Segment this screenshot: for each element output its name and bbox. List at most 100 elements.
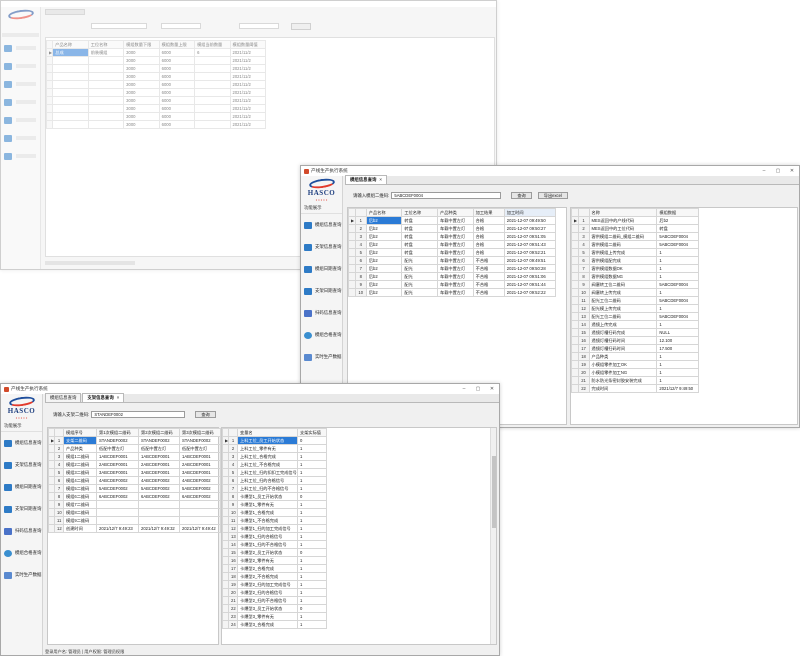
table-row[interactable]: 2 上料工位_零件有无 1 <box>222 444 327 453</box>
table-row[interactable]: 11 配光工位二维码 5ABCDEF0004 <box>571 296 699 305</box>
close-icon[interactable]: ✕ <box>785 168 799 174</box>
front-menu-module-info[interactable]: 模组信息查询 <box>1 432 42 454</box>
table-row[interactable]: 16 透镜灯槽扫码时间 12.100 <box>571 336 699 345</box>
front-menu-bracket-date[interactable]: 支架日期查询 <box>1 498 42 520</box>
table-row[interactable]: 3000 6000 2021/11/2 <box>45 88 267 97</box>
table-row[interactable]: 22 卡爆型3_员工开始状态 0 <box>222 604 327 613</box>
table-row[interactable]: 12 创建时间 2021/12/7 9:49:23 2021/12/7 9:49:32… <box>48 524 221 533</box>
back-menu-item[interactable] <box>1 57 40 75</box>
table-row[interactable]: 17 透镜灯槽扫码时间 17.500 <box>571 344 699 353</box>
table-row[interactable]: ▶ 1 MES返回中的产线代码 后b2 <box>571 216 699 225</box>
front-menu-scan-info[interactable]: 扫码信息查询 <box>1 520 42 542</box>
table-row[interactable]: 10 后b2 配光 车载中置左灯 不合格 2021-12-07 09:52:22 <box>348 288 557 297</box>
table-row[interactable]: 8 卡爆型1_员工开始状态 0 <box>222 492 327 501</box>
table-row[interactable]: 3000 6000 2021/11/2 <box>45 120 267 129</box>
tab-module-info[interactable]: 模组信息查询 × <box>345 175 387 184</box>
table-row[interactable]: 3000 6000 2021/11/2 <box>45 104 267 113</box>
table-row[interactable]: 7 后b2 配光 车载中置左灯 不合格 2021-12-07 09:50:28 <box>348 264 557 273</box>
table-row[interactable]: 9 模组7二维码 <box>48 500 221 509</box>
table-row[interactable]: 4 客供模组二维码 5ABCDEF0004 <box>571 240 699 249</box>
table-row[interactable]: 15 卡爆型2_员工开始状态 0 <box>222 548 327 557</box>
table-row[interactable]: 17 卡爆型2_合格完成 1 <box>222 564 327 573</box>
mid-menu-realtime[interactable]: 实时生产数据 <box>301 346 342 368</box>
table-row[interactable]: 20 卡爆型2_扫的合格信号 1 <box>222 588 327 597</box>
table-row[interactable]: 11 模组9二维码 <box>48 516 221 525</box>
module-code-input[interactable]: 5ABCDEF0004 <box>391 192 502 199</box>
maximize-icon[interactable]: ▢ <box>471 386 485 392</box>
front-menu-realtime[interactable]: 实时生产数据 <box>1 564 42 586</box>
table-row[interactable]: 10 阀塞转上传完成 1 <box>571 288 699 297</box>
back-menu-item[interactable] <box>1 129 40 147</box>
front-menu-module-date[interactable]: 模组日期查询 <box>1 476 42 498</box>
mid-menu-module-date[interactable]: 模组日期查询 <box>301 258 342 280</box>
table-row[interactable]: 6 后b2 配光 车载中置左灯 不合格 2021-12-07 09:49:51 <box>348 256 557 265</box>
table-row[interactable]: 5 模组3二维码 3ABCDEF0001 3ABCDEF0001 3ABCDEF0001 <box>48 468 221 477</box>
table-row[interactable]: 19 卡爆型2_扫的加工完成信号 1 <box>222 580 327 589</box>
table-row[interactable]: ▶ 1 后b2 转盘 车载中置左灯 合格 2021-12-07 09:49:50 <box>348 216 557 225</box>
table-row[interactable]: 13 卡爆型1_扫的合格信号 1 <box>222 532 327 541</box>
mid-menu-module-info[interactable]: 模组信息查询 <box>301 214 342 236</box>
back-query-button[interactable] <box>291 23 311 30</box>
mid-menu-bracket-date[interactable]: 支架日期查询 <box>301 280 342 302</box>
back-filter-select[interactable] <box>239 23 279 29</box>
table-row[interactable]: 7 模组5二维码 5ABCDEF0002 5ABCDEF0002 5ABCDEF0002 <box>48 484 221 493</box>
table-row[interactable]: 21 卡爆型2_扫的不合格信号 1 <box>222 596 327 605</box>
table-row[interactable]: ▶ 1 上料工位_员工开始状态 0 <box>222 436 327 445</box>
query-button[interactable]: 查询 <box>195 411 216 418</box>
back-menu-item[interactable] <box>1 75 40 93</box>
table-row[interactable]: 4 后b2 转盘 车载中置左灯 合格 2021-12-07 09:51:43 <box>348 240 557 249</box>
back-filter-input[interactable] <box>91 23 147 29</box>
front-menu-module-pass[interactable]: 模组合格查询 <box>1 542 42 564</box>
front-right-scrollbar[interactable] <box>490 428 496 644</box>
table-row[interactable]: 5 客供模组上传完成 1 <box>571 248 699 257</box>
back-menu-item[interactable] <box>1 147 40 165</box>
table-row[interactable]: 4 上料工位_不合格完成 1 <box>222 460 327 469</box>
minimize-icon[interactable]: – <box>457 386 471 392</box>
back-filter-input-2[interactable] <box>161 23 201 29</box>
table-row[interactable]: 22 完成时间 2021/12/7 9:49:50 <box>571 384 699 393</box>
table-row[interactable]: 2 MES返回中的工位代码 转盘 <box>571 224 699 233</box>
table-row[interactable]: 7 上料工位_扫的不合格信号 1 <box>222 484 327 493</box>
tab-module-info[interactable]: 模组信息查询 <box>45 393 82 402</box>
table-row[interactable]: 5 后b2 转盘 车载中置左灯 合格 2021-12-07 09:52:21 <box>348 248 557 257</box>
table-row[interactable]: 21 防水防光条密封胶安装完成 1 <box>571 376 699 385</box>
table-row[interactable]: 24 卡爆型3_合格完成 1 <box>222 620 327 629</box>
table-row[interactable]: 10 模组8二维码 <box>48 508 221 517</box>
table-row[interactable]: 8 模组6二维码 6ABCDEF0002 6ABCDEF0002 6ABCDEF0002 <box>48 492 221 501</box>
table-row[interactable]: 16 卡爆型2_零件有无 1 <box>222 556 327 565</box>
table-row[interactable]: 15 透镜灯槽扫码完成 NULL <box>571 328 699 337</box>
table-row[interactable]: 18 产品种类 1 <box>571 352 699 361</box>
table-row[interactable]: 3 后b2 转盘 车载中置左灯 合格 2021-12-07 09:51:05 <box>348 232 557 241</box>
table-row[interactable]: 3000 6000 2021/11/2 <box>45 64 267 73</box>
table-row[interactable]: 9 后b2 配光 车载中置左灯 不合格 2021-12-07 09:51:44 <box>348 280 557 289</box>
table-row[interactable]: 13 配光工位二维码 5ABCDEF0004 <box>571 312 699 321</box>
export-excel-button[interactable]: 导出excel <box>537 192 568 199</box>
table-row[interactable]: 8 后b2 配光 车载中置左灯 不合格 2021-12-07 09:51:06 <box>348 272 557 281</box>
table-row[interactable]: 12 卡爆型1_扫的加工完成信号 1 <box>222 524 327 533</box>
scrollbar-thumb[interactable] <box>492 456 496 528</box>
maximize-icon[interactable]: ▢ <box>771 168 785 174</box>
minimize-icon[interactable]: – <box>757 168 771 174</box>
table-row[interactable]: 3000 6000 2021/11/2 <box>45 112 267 121</box>
tab-close-icon[interactable]: × <box>117 395 120 400</box>
table-row[interactable]: 9 阀塞转工位二维码 5ABCDEF0004 <box>571 280 699 289</box>
table-row[interactable]: 3000 6000 2021/11/2 <box>45 80 267 89</box>
table-row[interactable]: 6 模组4二维码 4ABCDEF0002 4ABCDEF0002 4ABCDEF0002 <box>48 476 221 485</box>
table-row[interactable]: 9 卡爆型1_零件有无 1 <box>222 500 327 509</box>
bracket-code-input[interactable]: STANDEF0002 <box>91 411 186 418</box>
table-row[interactable]: 11 卡爆型1_不合格完成 1 <box>222 516 327 525</box>
table-row[interactable]: 4 模组2二维码 2ABCDEF0001 2ABCDEF0001 2ABCDEF0001 <box>48 460 221 469</box>
table-row[interactable]: 12 配光模上传完成 1 <box>571 304 699 313</box>
table-row[interactable]: 18 卡爆型2_不合格完成 1 <box>222 572 327 581</box>
back-menu-item[interactable] <box>1 39 40 57</box>
table-row[interactable]: ▶ 1 支架二维码 STANDEF0002 STANDEF0002 STANDEF0002 <box>48 436 221 445</box>
mid-menu-module-pass[interactable]: 模组合格查询 <box>301 324 342 346</box>
query-button[interactable]: 查询 <box>511 192 532 199</box>
table-row[interactable]: 6 上料工位_扫的合格信号 1 <box>222 476 327 485</box>
table-row[interactable]: 3 模组1二维码 1ABCDEF0001 1ABCDEF0001 1ABCDEF0001 <box>48 452 221 461</box>
table-row[interactable]: 8 客供模组数据NG 1 <box>571 272 699 281</box>
table-row[interactable]: 2 产品种类 低配中置左灯 低配中置左灯 低配中置左灯 <box>48 444 221 453</box>
table-row[interactable]: 7 客供模组数据OK 1 <box>571 264 699 273</box>
table-row[interactable]: 3000 6000 2021/11/2 <box>45 56 267 65</box>
mid-menu-bracket-info[interactable]: 支架信息查询 <box>301 236 342 258</box>
